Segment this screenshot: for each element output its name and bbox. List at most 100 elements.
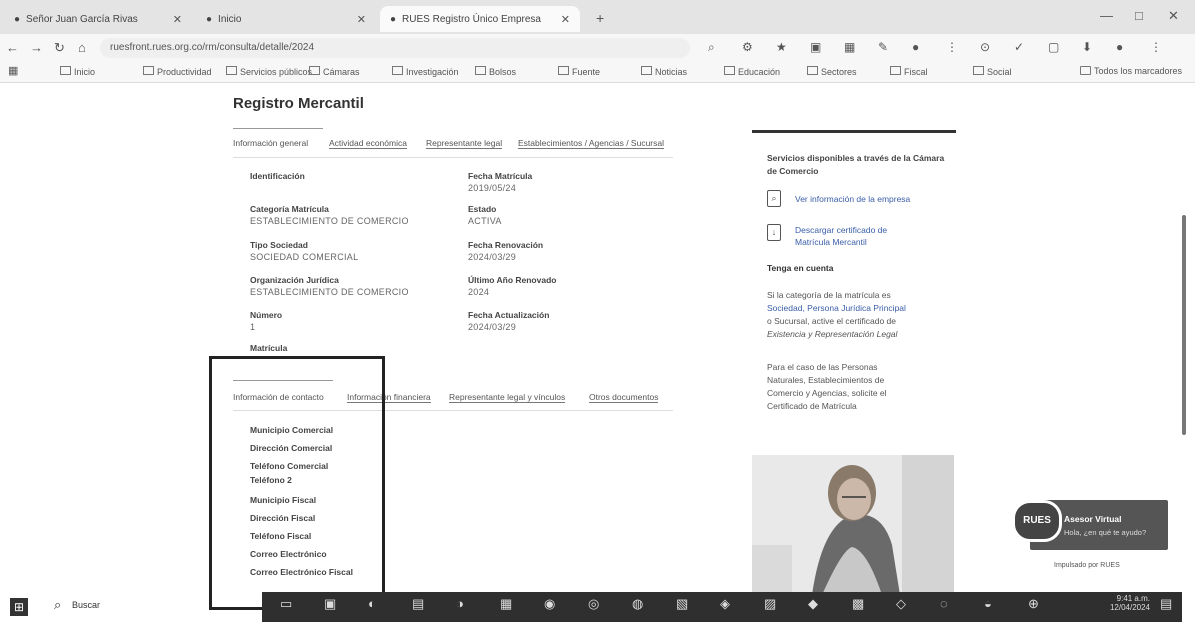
taskbar-app-icon[interactable]: ◍ — [632, 596, 643, 612]
taskbar-search-icon[interactable]: ⌕ — [54, 597, 61, 613]
bookmark-item[interactable]: Cámaras — [309, 66, 360, 77]
taskbar-app-icon[interactable]: ◒ — [984, 596, 992, 611]
bookmark-item[interactable]: Servicios públicos — [226, 66, 312, 77]
bookmark-item[interactable]: Investigación — [392, 66, 459, 77]
apps-icon[interactable]: ▦ — [8, 64, 18, 77]
tab-representante-legal[interactable]: Representante legal — [426, 138, 503, 149]
extension-icon[interactable]: ▣ — [810, 40, 821, 54]
folder-icon — [143, 66, 154, 75]
tab-informacion-general[interactable]: Información general — [233, 138, 308, 148]
close-tab-icon[interactable]: ✕ — [561, 13, 570, 26]
service-link-2[interactable]: Descargar certificado de Matrícula Merca… — [795, 224, 915, 248]
clock-time: 9:41 a.m. — [1116, 594, 1150, 603]
folder-icon — [60, 66, 71, 75]
bookmark-label: Noticias — [655, 67, 688, 77]
bookmark-item[interactable]: Inicio — [60, 66, 95, 77]
extension-icon[interactable]: ● — [912, 40, 919, 54]
extension-icon[interactable]: ● — [1116, 40, 1123, 54]
bookmark-item[interactable]: Fiscal — [890, 66, 928, 77]
taskbar-app-icon[interactable]: ◐ — [368, 596, 376, 611]
bookmark-item[interactable]: Bolsos — [475, 66, 516, 77]
minimize-button[interactable]: — — [1100, 8, 1113, 23]
taskbar-app-icon[interactable]: ▤ — [412, 596, 424, 612]
extension-icon[interactable]: ⌕ — [708, 40, 715, 55]
browser-tab-2[interactable]: ● Inicio ✕ — [196, 6, 376, 32]
windows-start-button[interactable]: ⊞ — [10, 598, 28, 616]
bookmark-label: Inicio — [74, 67, 96, 77]
sidebar-top-bar — [752, 130, 956, 133]
extension-icon[interactable]: ▦ — [844, 40, 855, 54]
taskbar-app-icon[interactable]: ▩ — [852, 596, 864, 612]
taskbar-app-icon[interactable]: ◑ — [456, 596, 464, 611]
service-link-1[interactable]: Ver información de la empresa — [795, 194, 910, 204]
new-tab-button[interactable]: + — [596, 10, 604, 26]
note-line: Certificado de Matrícula — [767, 401, 857, 411]
tab-otros-documentos[interactable]: Otros documentos — [589, 392, 659, 403]
taskbar-app-icon[interactable]: ◇ — [896, 596, 906, 612]
close-tab-icon[interactable]: ✕ — [173, 13, 182, 26]
scrollbar-thumb[interactable] — [1182, 215, 1186, 435]
taskbar-apps: ▭ ▣ ◐ ▤ ◑ ▦ ◉ ◎ ◍ ▧ ◈ ▨ ◆ ▩ ◇ ◌ ◒ ⊕ — [280, 596, 1100, 616]
folder-icon — [558, 66, 569, 75]
rues-badge[interactable]: RUES — [1012, 500, 1062, 542]
taskbar-app-icon[interactable]: ▨ — [764, 596, 776, 612]
field-value: ESTABLECIMIENTO DE COMERCIO — [250, 216, 409, 226]
bookmark-item[interactable]: Productividad — [143, 66, 212, 77]
extension-icon[interactable]: ⚙ — [742, 40, 753, 54]
bookmark-item[interactable]: Educación — [724, 66, 780, 77]
bookmark-label: Bolsos — [489, 67, 517, 77]
note-line: Naturales, Establecimientos de — [767, 375, 885, 385]
extension-icon[interactable]: ⋮ — [946, 40, 958, 54]
taskbar-app-icon[interactable]: ◉ — [544, 596, 555, 612]
field-value-text: ESTABLECIMIENTO DE COMERCIO — [250, 216, 409, 226]
taskbar-app-icon[interactable]: ▧ — [676, 596, 688, 612]
forward-icon[interactable]: → — [30, 40, 43, 55]
browser-tab-1[interactable]: ● Señor Juan García Rivas ✕ — [4, 6, 192, 32]
browser-tab-3-active[interactable]: ● RUES Registro Único Empresa ✕ — [380, 6, 580, 32]
home-icon[interactable]: ⌂ — [78, 40, 86, 55]
tab-actividad-economica[interactable]: Actividad económica — [329, 138, 407, 149]
close-window-button[interactable]: ✕ — [1168, 8, 1179, 24]
extension-icon[interactable]: ✎ — [878, 40, 888, 54]
taskbar-app-icon[interactable]: ▦ — [500, 596, 512, 612]
notifications-icon[interactable]: ▤ — [1160, 596, 1172, 612]
note-line: Existencia y Representación Legal — [767, 329, 898, 339]
bookmark-label: Productividad — [157, 67, 212, 77]
note-line: o Sucursal, active el certificado de — [767, 316, 896, 326]
bookmark-item[interactable]: Social — [973, 66, 1012, 77]
tab-representante-vinculos[interactable]: Representante legal y vínculos — [449, 392, 566, 403]
promo-photo — [752, 455, 954, 595]
tab-establecimientos[interactable]: Establecimientos / Agencias / Sucursal — [518, 138, 664, 149]
taskbar-app-icon[interactable]: ◈ — [720, 596, 730, 612]
bookmark-item[interactable]: Noticias — [641, 66, 687, 77]
taskbar-app-icon[interactable]: ▣ — [324, 596, 336, 612]
maximize-button[interactable]: □ — [1135, 8, 1143, 23]
reload-icon[interactable]: ↻ — [54, 40, 65, 56]
taskbar-app-icon[interactable]: ◆ — [808, 596, 818, 612]
bookmark-item[interactable]: Sectores — [807, 66, 857, 77]
taskbar-app-icon[interactable]: ⊕ — [1028, 596, 1039, 612]
extension-icon[interactable]: ⊙ — [980, 40, 990, 54]
close-tab-icon[interactable]: ✕ — [357, 13, 366, 26]
extension-icon[interactable]: ▢ — [1048, 40, 1059, 54]
taskbar-app-icon[interactable]: ◎ — [588, 596, 599, 612]
extension-icon[interactable]: ✓ — [1014, 40, 1024, 54]
clock-date: 12/04/2024 — [1109, 603, 1150, 612]
bookmark-item[interactable]: Fuente — [558, 66, 600, 77]
search-doc-icon: ⌕ — [767, 190, 781, 207]
note-line: Si la categoría de la matrícula es — [767, 290, 891, 300]
field-label: Matrícula — [250, 343, 288, 353]
url-input[interactable]: ruesfront.rues.org.co/rm/consulta/detall… — [100, 38, 690, 58]
extension-icon[interactable]: ⋮ — [1150, 40, 1162, 54]
taskbar-app-icon[interactable]: ▭ — [280, 596, 292, 612]
back-icon[interactable]: ← — [6, 40, 19, 55]
taskbar-search-label[interactable]: Buscar — [72, 600, 100, 610]
extension-icon[interactable]: ★ — [776, 40, 787, 54]
all-bookmarks-folder[interactable]: Todos los marcadores — [1080, 66, 1182, 76]
field-label: Organización Jurídica — [250, 275, 339, 285]
field-value: ESTABLECIMIENTO DE COMERCIO — [250, 287, 409, 297]
tab-favicon: ● — [390, 13, 397, 25]
extension-icon[interactable]: ⬇ — [1082, 40, 1092, 54]
taskbar-app-icon[interactable]: ◌ — [940, 596, 948, 611]
all-bookmarks-label: Todos los marcadores — [1094, 66, 1183, 76]
